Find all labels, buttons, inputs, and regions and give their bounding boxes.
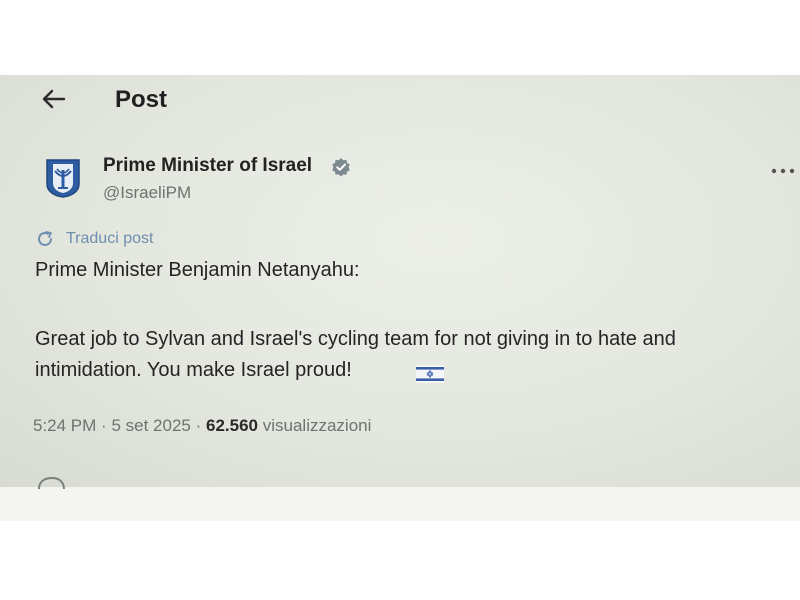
post-time[interactable]: 5:24 PM: [33, 416, 96, 435]
verified-badge-icon: [332, 158, 350, 177]
israel-flag-icon: [416, 365, 444, 383]
author-handle[interactable]: @IsraeliPM: [103, 183, 191, 203]
bottom-margin: [0, 487, 800, 521]
tweet-text-line-3: intimidation. You make Israel proud!: [35, 359, 352, 381]
tweet-text-line-2: Great job to Sylvan and Israel's cycling…: [35, 328, 676, 350]
page-title: Post: [115, 86, 168, 113]
translate-post-link[interactable]: Traduci post: [66, 230, 153, 248]
views-label: visualizzazioni: [262, 416, 372, 435]
israel-emblem-icon[interactable]: [45, 158, 81, 198]
post-meta: 5:24 PM · 5 set 2025 · 62.560 visualizza…: [33, 416, 371, 436]
back-arrow-icon[interactable]: [40, 87, 66, 111]
views-count: 62.560: [206, 416, 258, 435]
translate-icon[interactable]: [36, 230, 54, 248]
meta-separator: ·: [101, 416, 107, 435]
meta-separator: ·: [195, 416, 202, 435]
author-name[interactable]: Prime Minister of Israel: [103, 155, 312, 177]
post-date[interactable]: 5 set 2025: [111, 416, 190, 435]
reply-icon[interactable]: [36, 477, 70, 489]
more-options-icon[interactable]: [770, 166, 796, 176]
tweet-text-line-1: Prime Minister Benjamin Netanyahu:: [35, 259, 360, 281]
